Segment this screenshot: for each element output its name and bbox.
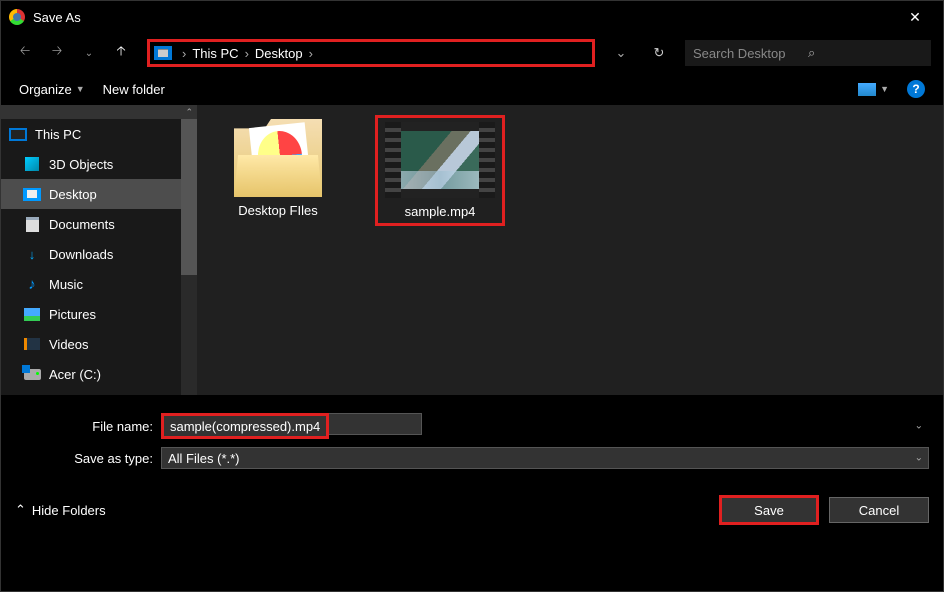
video-thumbnail-icon [385,122,495,198]
desktop-icon [23,188,41,201]
3d-icon [25,157,39,171]
sidebar-item-drive-c[interactable]: Acer (C:) [1,359,197,389]
sidebar-item-pictures[interactable]: Pictures [1,299,197,329]
save-button[interactable]: Save [719,495,819,525]
scroll-up-button[interactable]: ⌃ [1,105,197,119]
caret-down-icon[interactable]: ⌄ [915,421,923,432]
filename-label: File name: [15,419,161,434]
sidebar-item-downloads[interactable]: ↓ Downloads [1,239,197,269]
breadcrumb-desktop[interactable]: Desktop [251,46,307,61]
search-icon[interactable]: ⌕ [808,45,923,61]
caret-down-icon: ▼ [880,84,889,94]
music-icon: ♪ [23,276,41,292]
titlebar: Save As ✕ [1,1,943,33]
breadcrumb-thispc[interactable]: This PC [188,46,242,61]
view-menu[interactable]: ▼ [858,83,889,96]
up-button[interactable]: 🡡 [109,41,133,65]
organize-menu[interactable]: Organize ▼ [19,82,85,97]
address-dropdown[interactable]: ⌄ [609,45,633,61]
file-list[interactable]: Desktop FIles sample.mp4 [197,105,943,395]
sidebar-item-music[interactable]: ♪ Music [1,269,197,299]
sidebar-item-videos[interactable]: Videos [1,329,197,359]
sidebar-item-3dobjects[interactable]: 3D Objects [1,149,197,179]
downloads-icon: ↓ [23,246,41,262]
chevron-right-icon[interactable]: › [307,46,315,61]
caret-down-icon: ▼ [76,84,85,94]
cancel-button[interactable]: Cancel [829,497,929,523]
view-icon [858,83,876,96]
chevron-right-icon[interactable]: › [243,46,251,61]
folder-icon [234,119,322,197]
recent-dropdown[interactable]: ⌄ [77,41,101,65]
main-area: ⌃ This PC 3D Objects Desktop Documents ↓… [1,105,943,395]
videos-icon [24,338,40,350]
window-title: Save As [33,10,895,25]
forward-button[interactable]: 🡢 [45,41,69,65]
footer: ⌃ Hide Folders Save Cancel [1,485,943,535]
savetype-select[interactable]: All Files (*.*) [161,447,929,469]
help-button[interactable]: ? [907,80,925,98]
new-folder-button[interactable]: New folder [103,82,165,97]
thispc-icon [9,128,27,141]
refresh-button[interactable]: ↻ [645,45,673,61]
close-button[interactable]: ✕ [895,1,935,33]
filename-input-rest[interactable] [329,413,422,435]
app-icon [9,9,25,25]
search-input[interactable]: Search Desktop ⌕ [685,40,931,66]
filename-input[interactable]: sample(compressed).mp4 [161,413,329,439]
documents-icon [26,217,39,232]
scrollbar-thumb[interactable] [181,119,197,275]
sidebar: ⌃ This PC 3D Objects Desktop Documents ↓… [1,105,197,395]
chevron-right-icon[interactable]: › [180,46,188,61]
hide-folders-button[interactable]: ⌃ Hide Folders [15,502,106,518]
back-button[interactable]: 🡠 [13,41,37,65]
location-icon [154,46,172,60]
file-label: sample.mp4 [405,204,476,219]
nav-bar: 🡠 🡢 ⌄ 🡡 › This PC › Desktop › ⌄ ↻ Search… [1,33,943,73]
pictures-icon [24,308,40,321]
file-label: Desktop FIles [238,203,317,218]
drive-icon [24,369,41,380]
search-placeholder: Search Desktop [693,46,808,61]
savetype-label: Save as type: [15,451,161,466]
sidebar-item-desktop[interactable]: Desktop [1,179,197,209]
sidebar-item-documents[interactable]: Documents [1,209,197,239]
sidebar-item-thispc[interactable]: This PC [1,119,197,149]
form-area: File name: sample(compressed).mp4 ⌄ Save… [1,395,943,485]
chevron-up-icon: ⌃ [15,502,26,518]
file-item-video[interactable]: sample.mp4 [375,115,505,226]
sidebar-scrollbar[interactable] [181,119,197,395]
sidebar-item-drive-d[interactable]: Data (D:) [1,389,197,395]
toolbar: Organize ▼ New folder ▼ ? [1,73,943,105]
caret-down-icon[interactable]: ⌄ [915,453,923,464]
breadcrumb[interactable]: › This PC › Desktop › [147,39,595,67]
file-item-folder[interactable]: Desktop FIles [213,115,343,222]
